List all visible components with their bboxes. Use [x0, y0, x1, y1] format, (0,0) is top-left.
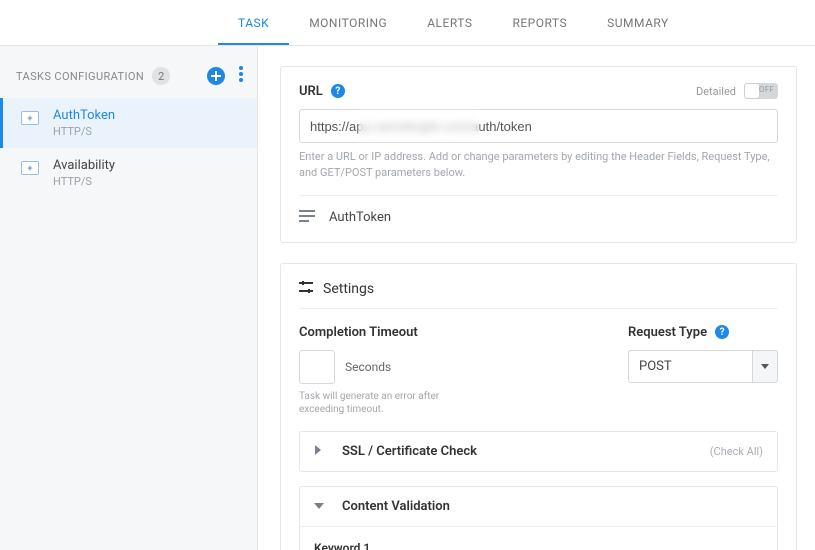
main-panel: URL ? Detailed OFF Enter a URL or IP add… — [258, 46, 815, 550]
ssl-check-all-link[interactable]: (Check All) — [710, 445, 763, 458]
task-protocol: HTTP/S — [53, 175, 115, 188]
content-validation-accordion: Content Validation Keyword 1 — [299, 486, 778, 550]
content-validation-body: Keyword 1 — [300, 526, 777, 550]
redacted-overlay — [359, 110, 479, 142]
step-row: AuthToken — [299, 210, 778, 226]
step-list-icon — [299, 210, 315, 226]
tab-alerts[interactable]: ALERTS — [407, 2, 492, 45]
settings-sliders-icon — [299, 280, 313, 298]
detailed-toggle[interactable]: OFF — [744, 83, 778, 99]
request-type-label: Request Type — [628, 325, 707, 340]
task-name: Availability — [53, 158, 115, 173]
url-label: URL — [299, 84, 323, 99]
add-task-button[interactable] — [207, 67, 225, 85]
request-type-help-icon[interactable]: ? — [715, 325, 729, 339]
task-type-icon: ◈ — [21, 111, 39, 125]
divider — [299, 195, 778, 196]
request-type-value: POST — [628, 350, 752, 383]
caret-down-icon — [761, 364, 769, 369]
detailed-label: Detailed — [696, 85, 736, 98]
keyword-label: Keyword 1 — [314, 541, 763, 550]
url-hint: Enter a URL or IP address. Add or change… — [299, 149, 778, 181]
tab-monitoring[interactable]: MONITORING — [289, 2, 407, 45]
completion-timeout-input[interactable] — [299, 350, 335, 384]
toggle-state-text: OFF — [759, 85, 774, 94]
task-protocol: HTTP/S — [53, 125, 115, 138]
request-type-dropdown-arrow[interactable] — [752, 350, 778, 383]
request-type-select[interactable]: POST — [628, 350, 778, 383]
content-validation-title: Content Validation — [342, 499, 450, 514]
content-validation-toggle[interactable]: Content Validation — [300, 487, 777, 526]
kebab-icon — [239, 66, 243, 82]
url-card: URL ? Detailed OFF Enter a URL or IP add… — [280, 66, 797, 243]
chevron-right-icon — [314, 444, 328, 459]
task-name: AuthToken — [53, 108, 115, 123]
plus-icon — [211, 71, 221, 81]
tab-reports[interactable]: REPORTS — [492, 2, 587, 45]
ssl-accordion: SSL / Certificate Check (Check All) — [299, 431, 778, 472]
sidebar-item-availability[interactable]: ◈ Availability HTTP/S — [0, 148, 257, 198]
ssl-title: SSL / Certificate Check — [342, 444, 477, 459]
url-help-icon[interactable]: ? — [331, 84, 345, 98]
sidebar: TASKS CONFIGURATION 2 ◈ AuthToken HTTP/S… — [0, 46, 258, 550]
tab-summary[interactable]: SUMMARY — [587, 2, 689, 45]
tasks-count-badge: 2 — [152, 67, 170, 85]
completion-timeout-unit: Seconds — [345, 360, 391, 374]
ssl-accordion-toggle[interactable]: SSL / Certificate Check (Check All) — [300, 432, 777, 471]
tab-task[interactable]: TASK — [218, 2, 289, 45]
settings-card: Settings Completion Timeout Seconds Task… — [280, 263, 797, 550]
request-type-block: Request Type ? POST — [628, 325, 778, 417]
sidebar-header: TASKS CONFIGURATION 2 — [0, 54, 257, 98]
task-type-icon: ◈ — [21, 161, 39, 175]
chevron-down-icon — [314, 499, 328, 514]
toggle-knob — [745, 84, 759, 98]
more-menu-button[interactable] — [239, 66, 243, 86]
step-name: AuthToken — [329, 210, 391, 225]
sidebar-item-authtoken[interactable]: ◈ AuthToken HTTP/S — [0, 98, 257, 148]
completion-timeout-block: Completion Timeout Seconds Task will gen… — [299, 325, 459, 417]
sidebar-title: TASKS CONFIGURATION — [16, 70, 144, 83]
top-tabs: TASK MONITORING ALERTS REPORTS SUMMARY — [0, 0, 815, 46]
completion-timeout-label: Completion Timeout — [299, 325, 459, 340]
completion-timeout-hint: Task will generate an error after exceed… — [299, 390, 459, 417]
settings-title: Settings — [323, 281, 374, 297]
